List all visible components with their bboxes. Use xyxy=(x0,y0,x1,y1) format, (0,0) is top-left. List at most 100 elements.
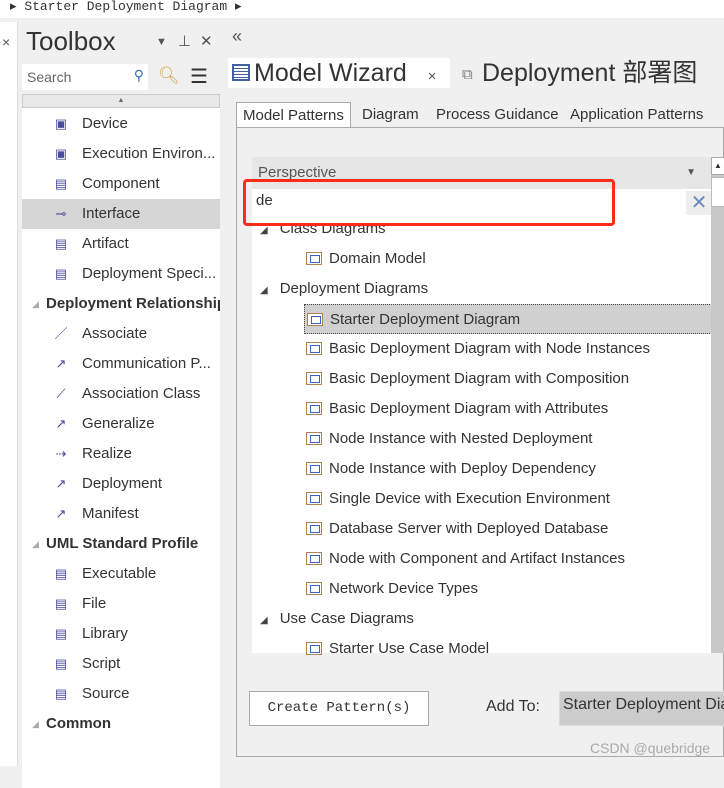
toolbox-item[interactable]: ▤ Deployment Speci... xyxy=(22,259,220,289)
toolbox-item[interactable]: ▤ File xyxy=(22,589,220,619)
pattern-icon xyxy=(306,401,322,415)
toolbox-item[interactable]: ▤ Artifact xyxy=(22,229,220,259)
tree-item[interactable]: Starter Use Case Model xyxy=(304,634,712,664)
dropdown-icon[interactable]: ▼ xyxy=(156,36,167,48)
group-label: Deployment Diagrams xyxy=(279,280,429,297)
highlight-box xyxy=(243,179,615,226)
tab-deployment[interactable]: ⧉ Deployment 部署图 xyxy=(456,58,697,88)
expand-triangle-icon[interactable]: ◢ xyxy=(260,615,268,626)
pattern-icon xyxy=(306,581,322,595)
tree-group[interactable]: ◢ Deployment Diagrams xyxy=(260,274,428,304)
scroll-thumb[interactable] xyxy=(711,177,724,207)
create-patterns-button[interactable]: Create Pattern(s) xyxy=(249,691,429,726)
scroll-up-button[interactable]: ▲ xyxy=(22,94,220,108)
toolbox-item[interactable]: ▤ Library xyxy=(22,619,220,649)
pin-icon[interactable]: ⊥ xyxy=(178,32,191,50)
collapse-triangle-icon[interactable]: ◢ xyxy=(32,709,39,739)
tab-model-wizard[interactable]: Model Wizard × xyxy=(228,58,450,88)
tree-item[interactable]: Basic Deployment Diagram with Node Insta… xyxy=(304,334,712,364)
tree-group[interactable]: ◢ Use Case Diagrams xyxy=(260,604,414,634)
manifest-icon: ↗ xyxy=(55,506,67,521)
tab-application-patterns[interactable]: Application Patterns xyxy=(564,102,709,128)
toolbox-item[interactable]: ／ Associate xyxy=(22,319,220,349)
section-label: UML Standard Profile xyxy=(46,535,199,552)
toolbox-item[interactable]: ▣ Execution Environ... xyxy=(22,139,220,169)
pattern-icon xyxy=(306,491,322,505)
toolbox-item[interactable]: ▤ Source xyxy=(22,679,220,709)
find-icon[interactable]: 🔍︎ xyxy=(158,66,180,86)
expand-triangle-icon[interactable]: ◢ xyxy=(260,225,268,236)
breadcrumb-item[interactable]: Starter Deployment Diagram xyxy=(24,0,227,14)
diagram-icon: ⧉ xyxy=(462,66,473,83)
tree-item[interactable]: Basic Deployment Diagram with Compositio… xyxy=(304,364,712,394)
toolbox-item[interactable]: ⟋ Association Class xyxy=(22,379,220,409)
tree-item[interactable]: Network Device Types xyxy=(304,574,712,604)
close-icon[interactable]: × xyxy=(2,34,10,50)
toolbox-section-header[interactable]: ◢ Deployment Relationships xyxy=(22,289,220,319)
clear-search-icon[interactable]: ✕ xyxy=(686,191,712,215)
item-label: Script xyxy=(82,655,121,672)
toolbox-panel: Toolbox ▼ ⊥ ✕ Search⚲ 🔍︎ ☰ ▣Node▣Device▣… xyxy=(20,22,222,788)
item-label: Realize xyxy=(82,445,133,462)
toolbox-item[interactable]: ▤ Component xyxy=(22,169,220,199)
tree-scrollbar[interactable]: ▲ xyxy=(711,157,724,653)
tree-item[interactable]: Basic Deployment Diagram with Attributes xyxy=(304,394,712,424)
scroll-up-button[interactable]: ▲ xyxy=(711,157,724,175)
toolbox-section-header[interactable]: ◢ Common xyxy=(22,709,220,739)
collapse-triangle-icon[interactable]: ◢ xyxy=(32,289,39,319)
device-icon: ▣ xyxy=(54,116,68,131)
pattern-label: Single Device with Execution Environment xyxy=(329,490,610,507)
toolbox-item[interactable]: ↗ Communication P... xyxy=(22,349,220,379)
toolbox-section-header[interactable]: ◢ UML Standard Profile xyxy=(22,529,220,559)
expand-triangle-icon[interactable]: ◢ xyxy=(260,285,268,296)
pattern-icon xyxy=(306,431,322,445)
toolbox-item[interactable]: ↗ Manifest xyxy=(22,499,220,529)
toolbox-item[interactable]: ↗ Generalize xyxy=(22,409,220,439)
collapse-triangle-icon[interactable]: ◢ xyxy=(32,529,39,559)
toolbox-item[interactable]: ↗ Deployment xyxy=(22,469,220,499)
component-icon: ▤ xyxy=(54,176,68,191)
breadcrumb[interactable]: ▸ Starter Deployment Diagram ▸ xyxy=(0,0,724,18)
tab-model-patterns[interactable]: Model Patterns xyxy=(236,102,351,129)
tree-item[interactable]: Single Device with Execution Environment xyxy=(304,484,712,514)
search-icon[interactable]: ⚲ xyxy=(134,67,144,83)
close-icon[interactable]: ✕ xyxy=(200,32,213,50)
execution-environment-icon: ▣ xyxy=(54,146,68,161)
document-icon: ▤ xyxy=(54,566,68,581)
tab-label: Model Wizard xyxy=(254,59,407,87)
wizard-icon xyxy=(232,64,250,81)
tab-process-guidance[interactable]: Process Guidance xyxy=(430,102,565,128)
group-label: Use Case Diagrams xyxy=(279,610,414,627)
pattern-icon xyxy=(306,461,322,475)
toolbox-item[interactable]: ▤ Script xyxy=(22,649,220,679)
item-label: Association Class xyxy=(82,385,201,402)
tree-item[interactable]: Database Server with Deployed Database xyxy=(304,514,712,544)
add-to-field[interactable]: Starter Deployment Diagram xyxy=(559,691,724,726)
pattern-label: Node Instance with Deploy Dependency xyxy=(329,460,596,477)
item-label: Generalize xyxy=(82,415,155,432)
deployment-icon: ↗ xyxy=(55,476,67,491)
toolbox-item[interactable]: ▣ Device xyxy=(22,109,220,139)
pattern-label: Basic Deployment Diagram with Attributes xyxy=(329,400,609,417)
collapse-icon[interactable]: « xyxy=(232,26,242,47)
tree-item[interactable]: Starter Deployment Diagram xyxy=(304,304,712,334)
toolbox-search-input[interactable]: Search ⚲ xyxy=(22,64,148,90)
tree-item[interactable]: Node Instance with Deploy Dependency xyxy=(304,454,712,484)
menu-icon[interactable]: ☰ xyxy=(190,64,208,89)
toolbox-item[interactable]: ⊸ Interface xyxy=(22,199,220,229)
tree-item[interactable]: Domain Model xyxy=(304,244,712,274)
pattern-icon xyxy=(306,251,322,265)
tree-item[interactable]: Node with Component and Artifact Instanc… xyxy=(304,544,712,574)
tree-item[interactable]: Node Instance with Nested Deployment xyxy=(304,424,712,454)
item-label: Associate xyxy=(82,325,148,342)
pattern-icon xyxy=(307,312,323,326)
toolbox-item[interactable]: ⇢ Realize xyxy=(22,439,220,469)
tab-diagram[interactable]: Diagram xyxy=(356,102,425,128)
pattern-label: Domain Model xyxy=(329,250,426,267)
search-placeholder: Search xyxy=(27,69,72,85)
close-tab-icon[interactable]: × xyxy=(428,68,437,85)
toolbox-item[interactable]: ▤ Executable xyxy=(22,559,220,589)
item-label: Execution Environ... xyxy=(82,145,216,162)
item-label: Deployment xyxy=(82,475,163,492)
realize-icon: ⇢ xyxy=(55,446,67,461)
